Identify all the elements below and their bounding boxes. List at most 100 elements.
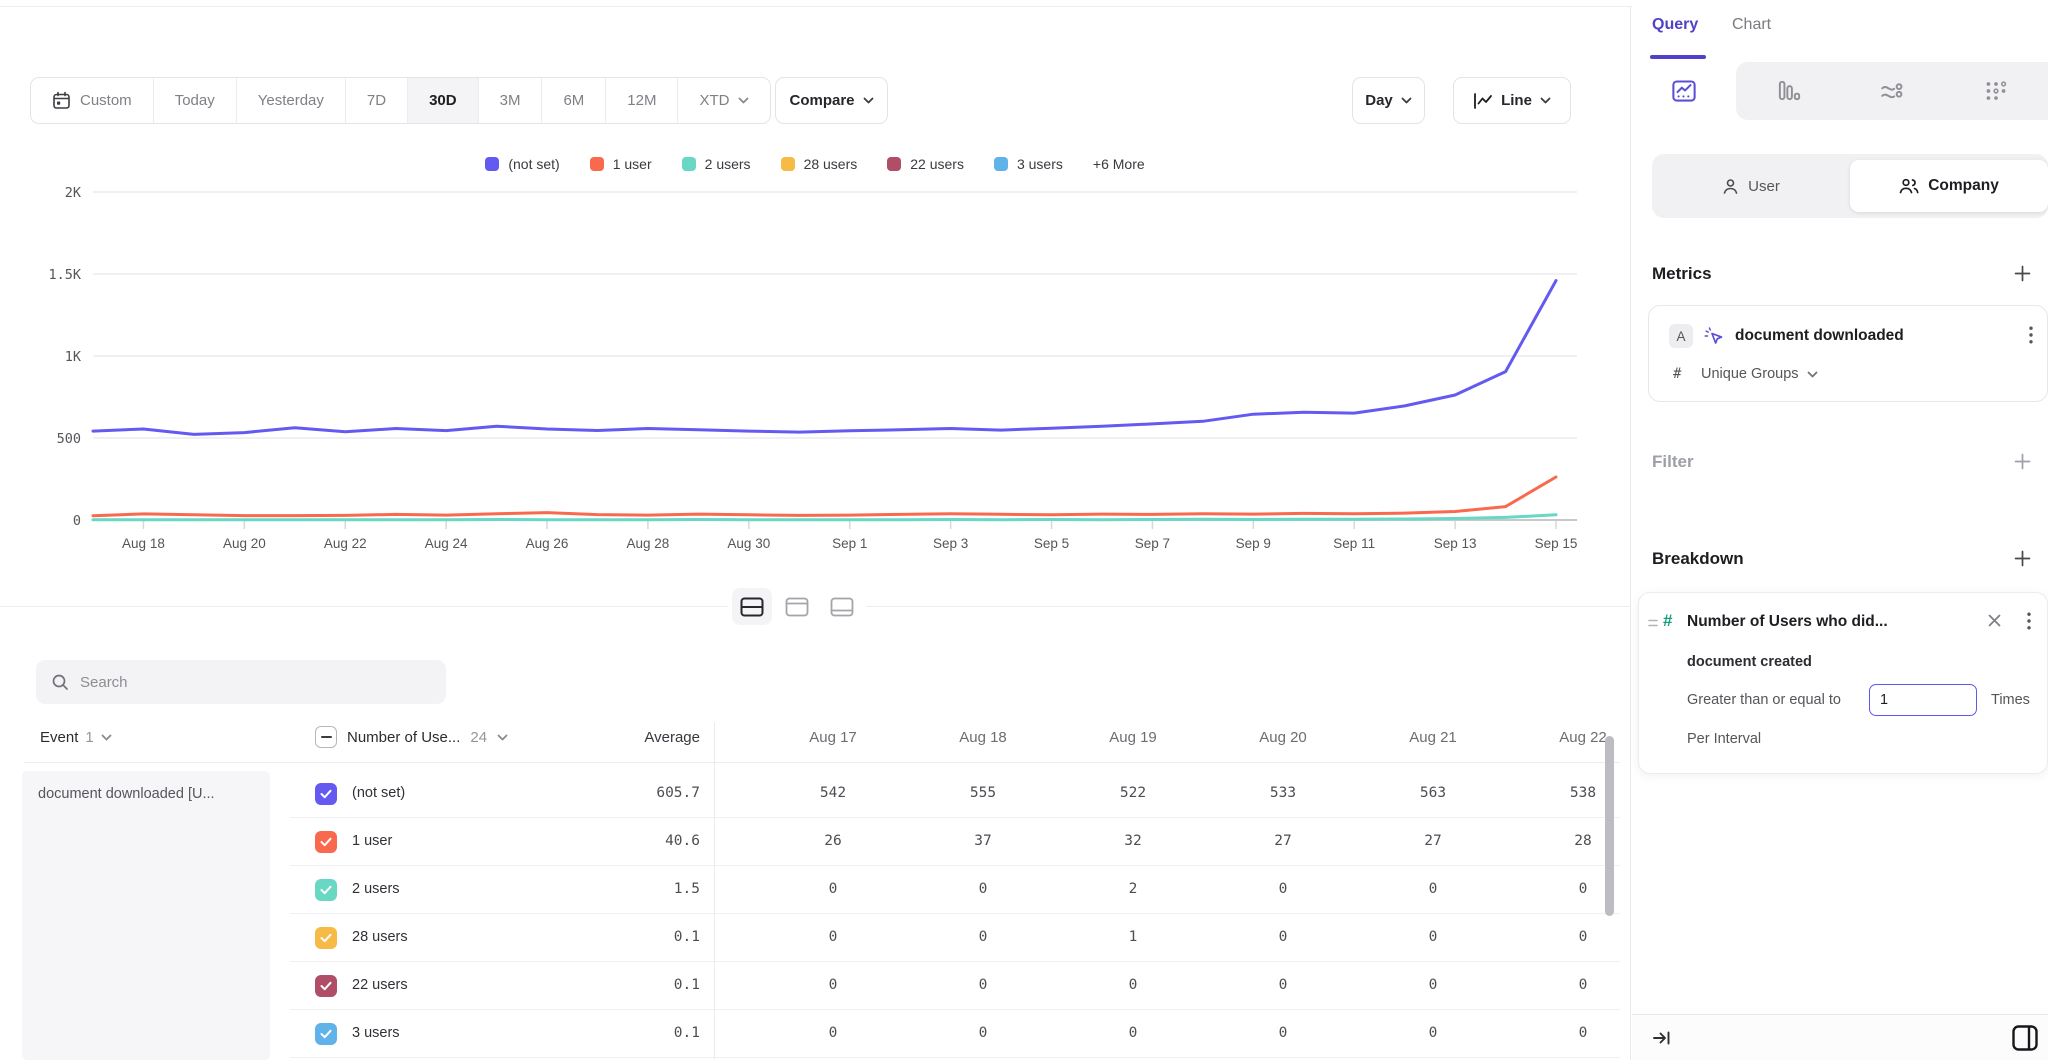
scope-user[interactable]: User xyxy=(1652,154,1850,218)
event-column-header[interactable]: Event 1 xyxy=(40,729,112,746)
side-panel-icon[interactable] xyxy=(2010,1023,2040,1058)
legend-label: 2 users xyxy=(705,156,751,172)
tab-chart[interactable]: Chart xyxy=(1732,16,1771,34)
breakdown-property-name[interactable]: Number of Users who did... xyxy=(1687,613,1888,631)
plus-icon xyxy=(2014,265,2031,282)
legend-item[interactable]: 28 users xyxy=(781,156,858,172)
svg-text:Sep 1: Sep 1 xyxy=(832,536,867,551)
chevron-down-icon xyxy=(1401,97,1412,104)
legend-swatch xyxy=(994,157,1008,171)
analytics-app: CustomTodayYesterday7D30D3M6M12MXTD Comp… xyxy=(0,0,2048,1060)
range-xtd[interactable]: XTD xyxy=(677,78,770,123)
scope-company[interactable]: Company xyxy=(1850,154,2048,218)
metric-card: A document downloaded # Unique Groups xyxy=(1648,305,2048,402)
legend-item[interactable]: 1 user xyxy=(590,156,652,172)
row-value: 0 xyxy=(758,929,908,945)
row-value: 0 xyxy=(1508,929,1620,945)
row-value: 0 xyxy=(1358,929,1508,945)
legend-swatch xyxy=(485,157,499,171)
row-value: 0 xyxy=(1358,1025,1508,1041)
row-label: 2 users xyxy=(352,881,400,897)
check-icon xyxy=(320,981,332,991)
legend-item[interactable]: (not set) xyxy=(485,156,559,172)
legend-item[interactable]: 22 users xyxy=(887,156,964,172)
collapse-panel-icon[interactable] xyxy=(1652,1030,1671,1051)
matrix-tab[interactable] xyxy=(1944,62,2048,120)
date-column-header[interactable]: Aug 17 xyxy=(758,729,908,746)
check-icon xyxy=(320,1029,332,1039)
legend-more[interactable]: +6 More xyxy=(1093,156,1145,172)
range-today[interactable]: Today xyxy=(153,78,236,123)
average-column-header[interactable]: Average xyxy=(520,729,700,746)
range-12m[interactable]: 12M xyxy=(605,78,677,123)
row-value: 522 xyxy=(1058,785,1208,801)
range-custom[interactable]: Custom xyxy=(31,78,153,123)
range-yesterday[interactable]: Yesterday xyxy=(236,78,345,123)
date-column-header[interactable]: Aug 19 xyxy=(1058,729,1208,746)
date-column-header[interactable]: Aug 21 xyxy=(1358,729,1508,746)
drag-handle-icon[interactable] xyxy=(1647,616,1659,634)
table-scrollbar[interactable] xyxy=(1605,736,1614,916)
times-value-input[interactable] xyxy=(1869,684,1977,716)
aggregation-selector[interactable]: Unique Groups xyxy=(1701,366,1818,382)
svg-text:Aug 20: Aug 20 xyxy=(223,536,266,551)
row-label: 22 users xyxy=(352,977,408,993)
flow-chart-tab[interactable] xyxy=(1840,62,1944,120)
bar-chart-tab[interactable] xyxy=(1736,62,1840,120)
add-filter-button[interactable] xyxy=(2012,451,2032,471)
date-column-header[interactable]: Aug 20 xyxy=(1208,729,1358,746)
segmentation-chart-tab[interactable] xyxy=(1632,62,1736,120)
add-breakdown-button[interactable] xyxy=(2012,548,2032,568)
row-label: 3 users xyxy=(352,1025,400,1041)
metric-menu-icon[interactable] xyxy=(2029,326,2033,349)
legend-swatch xyxy=(887,157,901,171)
calendar-icon xyxy=(52,91,71,110)
add-metric-button[interactable] xyxy=(2012,263,2032,283)
row-value: 0 xyxy=(758,1025,908,1041)
svg-text:Aug 24: Aug 24 xyxy=(425,536,468,551)
row-value: 0 xyxy=(1508,977,1620,993)
breakdown-event-name[interactable]: document created xyxy=(1687,654,1812,670)
range-6m[interactable]: 6M xyxy=(541,78,605,123)
check-icon xyxy=(320,789,332,799)
metric-event-name[interactable]: document downloaded xyxy=(1735,327,1904,345)
breakdown-menu-icon[interactable] xyxy=(2027,612,2031,635)
close-icon[interactable] xyxy=(1987,613,2002,633)
row-value: 0 xyxy=(1208,1025,1358,1041)
compare-button[interactable]: Compare xyxy=(775,77,888,124)
row-checkbox[interactable] xyxy=(315,975,337,997)
granularity-button[interactable]: Day xyxy=(1352,77,1425,124)
tab-query[interactable]: Query xyxy=(1652,16,1698,34)
row-checkbox[interactable] xyxy=(315,927,337,949)
row-checkbox[interactable] xyxy=(315,783,337,805)
range-3m[interactable]: 3M xyxy=(478,78,542,123)
row-value: 555 xyxy=(908,785,1058,801)
split-view-icon xyxy=(740,597,764,617)
group-column-header[interactable]: Number of Use... 24 xyxy=(315,726,508,748)
row-value: 0 xyxy=(758,881,908,897)
line-chart[interactable]: 05001K1.5K2KAug 18Aug 20Aug 22Aug 24Aug … xyxy=(25,182,1610,555)
table-row: 28 users0.1001000 xyxy=(0,914,1620,962)
date-column-header[interactable]: Aug 18 xyxy=(908,729,1058,746)
row-checkbox[interactable] xyxy=(315,1023,337,1045)
legend-item[interactable]: 3 users xyxy=(994,156,1063,172)
search-input[interactable] xyxy=(80,674,420,691)
select-all-checkbox[interactable] xyxy=(315,726,337,748)
legend-item[interactable]: 2 users xyxy=(682,156,751,172)
row-checkbox[interactable] xyxy=(315,831,337,853)
per-interval-selector[interactable]: Per Interval xyxy=(1687,731,1761,747)
view-toggle-table[interactable] xyxy=(822,588,862,625)
range-7d[interactable]: 7D xyxy=(345,78,407,123)
view-toggle-chart[interactable] xyxy=(777,588,817,625)
group-header-label: Number of Use... xyxy=(347,729,460,746)
row-checkbox[interactable] xyxy=(315,879,337,901)
view-toggle-split[interactable] xyxy=(732,588,772,625)
numeric-property-icon: # xyxy=(1663,611,1672,631)
chart-type-button[interactable]: Line xyxy=(1453,77,1571,124)
range-30d[interactable]: 30D xyxy=(407,78,478,123)
row-value: 0 xyxy=(908,1025,1058,1041)
row-value: 0 xyxy=(908,881,1058,897)
scope-toggle: User Company xyxy=(1652,154,2048,218)
table-row: 22 users0.1000000 xyxy=(0,962,1620,1010)
breakdown-condition[interactable]: Greater than or equal to xyxy=(1687,692,1841,708)
